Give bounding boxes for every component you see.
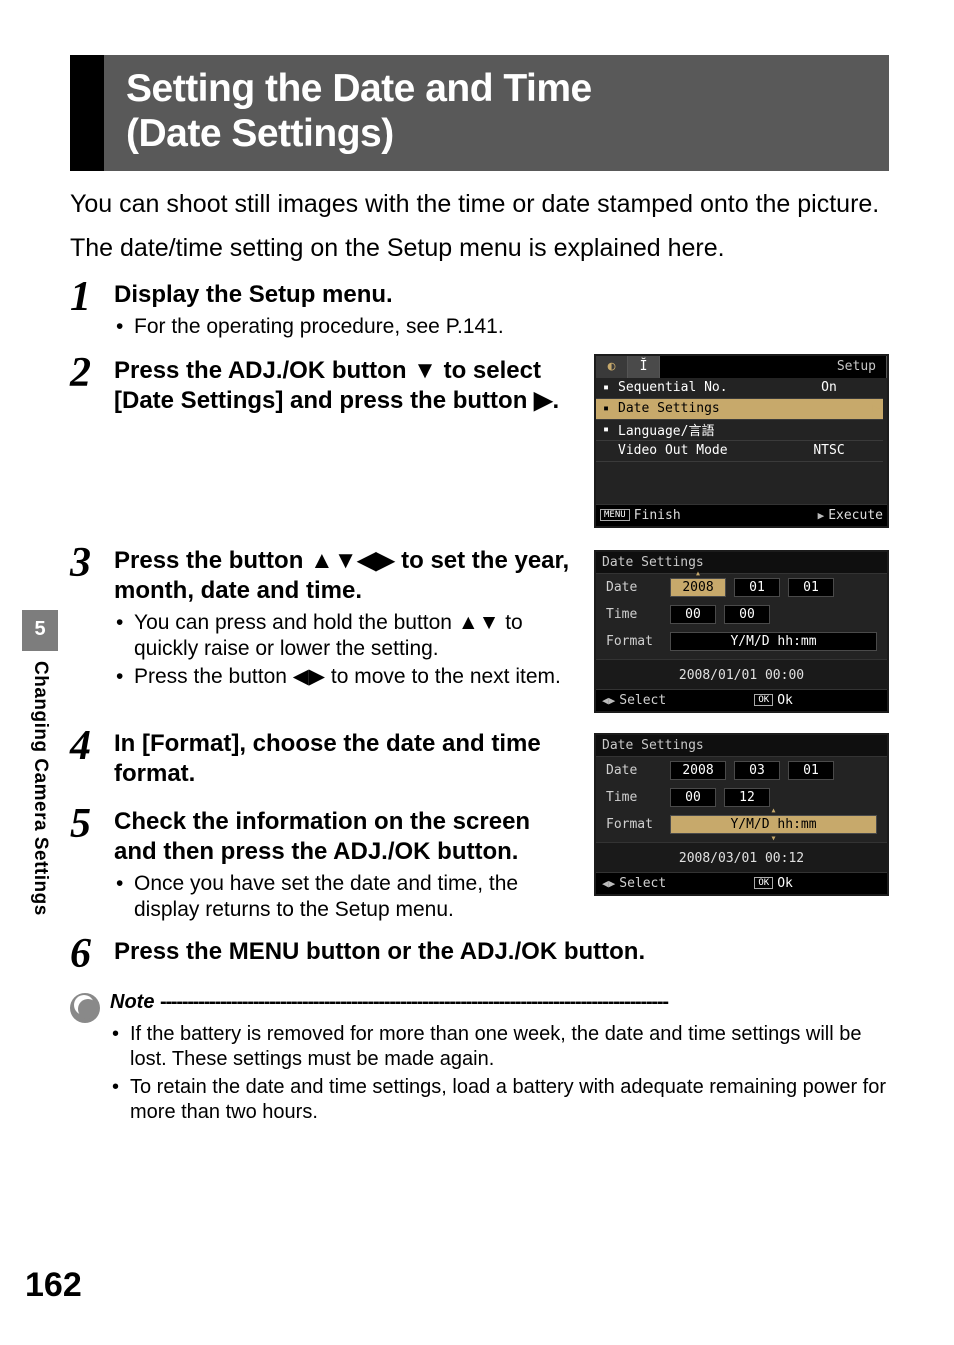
lcd-ds2-min: 12 [724,788,770,807]
step-5-bullet-1: Once you have set the date and time, the… [114,871,574,924]
step-5-title: Check the information on the screen and … [114,807,574,867]
lcd-row-sequential-no: ▪ Sequential No. On [596,378,883,399]
lcd-ds1-row-date: Date 2008 01 01 [596,574,887,601]
lcd-setup-menu: ◐ Ĭ Setup ▪ Sequential No. On ▪ Date Set… [594,354,889,528]
header-accent-bar [70,55,104,171]
note-block: Note -----------------------------------… [70,991,889,1128]
left-right-arrows-icon: ◀▶ [293,665,325,688]
lcd-footer-finish: Finish [634,508,681,523]
lcd-ds2-month: 03 [734,761,780,780]
step-2-number: 2 [70,354,114,392]
lcd-ds2-hour: 00 [670,788,716,807]
lcd-date-settings-2: Date Settings Date 2008 03 01 Time 00 12… [594,733,889,896]
page-number: 162 [25,1266,82,1305]
lcd-ds2-format: Y/M/D hh:mm [670,815,877,834]
lcd-ds1-min: 00 [724,605,770,624]
note-icon [70,993,100,1023]
step-4-title: In [Format], choose the date and time fo… [114,729,574,789]
lcd-footer-exec-arrow-icon: ▶ [818,509,825,522]
lcd-ds2-row-format: Format Y/M/D hh:mm [596,811,887,838]
lcd-ds2-row-date: Date 2008 03 01 [596,757,887,784]
section-title-line2: (Date Settings) [126,112,394,155]
lcd-ds2-select-arrows-icon: ◀▶ [602,877,615,890]
lcd-ds1-hour: 00 [670,605,716,624]
section-title-line1: Setting the Date and Time [126,67,592,110]
step-3-bullet-1: You can press and hold the button ▲▼ to … [114,610,574,663]
chapter-name: Changing Camera Settings [29,651,51,916]
section-header: Setting the Date and Time (Date Settings… [70,55,889,171]
lcd-row-date-settings: ▪ Date Settings ▷ [596,399,883,420]
intro-paragraph-2: The date/time setting on the Setup menu … [70,233,889,264]
step-1: 1 Display the Setup menu. For the operat… [70,278,889,342]
up-down-arrows-icon: ▲▼ [458,611,500,634]
four-arrows-icon: ▲▼◀▶ [310,547,394,574]
step-3-bullet-2: Press the button ◀▶ to move to the next … [114,664,574,690]
note-dashes: ----------------------------------------… [160,991,668,1013]
lcd-ds2-preview: 2008/03/01 00:12 [596,842,887,872]
lcd-ds1-format: Y/M/D hh:mm [670,632,877,651]
lcd-ds1-select-arrows-icon: ◀▶ [602,694,615,707]
step-5: 5 Check the information on the screen an… [70,805,574,926]
note-label: Note [110,991,154,1013]
step-2-title: Press the ADJ./OK button ▼ to select [Da… [114,356,574,416]
note-bullet-2: To retain the date and time settings, lo… [110,1075,889,1125]
chevron-right-icon: ▷ [869,401,883,416]
lcd-ds2-ok-key-icon: OK [754,877,773,889]
step-4-number: 4 [70,727,114,765]
step-4: 4 In [Format], choose the date and time … [70,727,574,793]
step-2: 2 Press the ADJ./OK button ▼ to select [… [70,354,574,420]
lcd-menu-key-icon: MENU [600,509,630,521]
lcd-ds1-day: 01 [788,578,834,597]
lcd-ds2-ok: Ok [777,876,793,891]
lcd-ds1-title: Date Settings [596,552,887,574]
lcd-ds1-year: 2008 [670,578,726,597]
lcd-ds1-select: Select [619,693,666,708]
lcd-ds2-row-time: Time 00 12 [596,784,887,811]
lcd-ds2-day: 01 [788,761,834,780]
lcd-tab-setup-label: Setup [660,356,887,378]
lcd-ds1-month: 01 [734,578,780,597]
lcd-footer-execute: Execute [828,508,883,523]
lcd-ds2-title: Date Settings [596,735,887,757]
lcd-ds1-preview: 2008/01/01 00:00 [596,659,887,689]
step-1-title: Display the Setup menu. [114,280,889,310]
lcd-tab-camera-icon: ◐ [596,356,628,378]
lcd-row-video-out: Video Out Mode NTSC [596,441,883,462]
chapter-number: 5 [22,610,58,651]
step-6: 6 Press the MENU button or the ADJ./OK b… [70,935,889,973]
step-1-number: 1 [70,278,114,316]
step-3-title: Press the button ▲▼◀▶ to set the year, m… [114,546,574,606]
intro-paragraph-1: You can shoot still images with the time… [70,189,889,220]
lcd-ds1-row-time: Time 00 00 [596,601,887,628]
lcd-ds1-row-format: Format Y/M/D hh:mm [596,628,887,655]
lcd-row-language: ▪ Language/言語 [596,420,883,441]
step-6-number: 6 [70,935,114,973]
step-6-title: Press the MENU button or the ADJ./OK but… [114,937,889,967]
down-arrow-icon: ▼ [413,357,437,384]
step-3: 3 Press the button ▲▼◀▶ to set the year,… [70,544,574,693]
lcd-ds2-select: Select [619,876,666,891]
lcd-ds2-year: 2008 [670,761,726,780]
side-tab: 5 Changing Camera Settings [22,610,58,916]
step-3-number: 3 [70,544,114,582]
step-1-bullet-1: For the operating procedure, see P.141. [114,314,889,340]
lcd-ds1-ok: Ok [777,693,793,708]
step-5-number: 5 [70,805,114,843]
lcd-ds1-ok-key-icon: OK [754,694,773,706]
lcd-tab-tools-icon: Ĭ [628,356,660,378]
lcd-date-settings-1: Date Settings Date 2008 01 01 Time 00 00… [594,550,889,713]
right-arrow-icon: ▶ [534,387,552,414]
note-bullet-1: If the battery is removed for more than … [110,1022,889,1072]
